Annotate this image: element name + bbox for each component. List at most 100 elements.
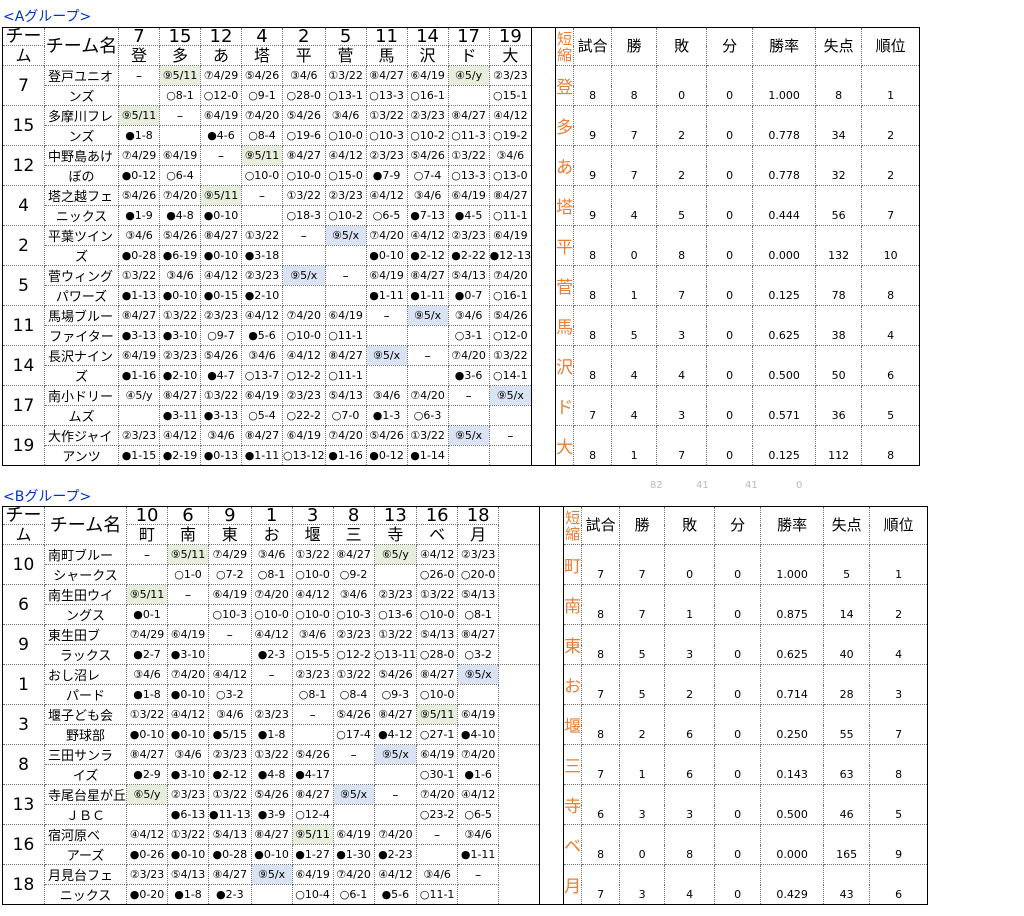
game-date-cell: ⑨5/x bbox=[406, 305, 449, 326]
game-score-cell: ○6-1 bbox=[332, 884, 375, 905]
game-score-cell: ○6-5 bbox=[457, 804, 500, 825]
game-score-cell: ●2-12 bbox=[208, 764, 252, 785]
stat-draws: 0 bbox=[706, 385, 754, 426]
game-date-cell: ⑦4/20 bbox=[282, 305, 326, 326]
stat-losses: 2 bbox=[656, 145, 708, 186]
header-team-number: 17 bbox=[447, 27, 490, 46]
spacer bbox=[539, 664, 565, 705]
game-score-cell: ●3-13 bbox=[118, 325, 160, 346]
stat-pct: 0.250 bbox=[760, 704, 825, 745]
team-name-line1: 寺尾台星が丘 bbox=[43, 784, 128, 805]
team-number: 5 bbox=[2, 265, 45, 306]
stat-games: 7 bbox=[581, 744, 621, 785]
team-abbr: 馬 bbox=[555, 305, 575, 346]
stat-rank: 4 bbox=[861, 305, 921, 346]
stat-losses: 8 bbox=[656, 225, 708, 266]
spacer bbox=[531, 305, 557, 346]
game-date-cell: ②3/23 bbox=[159, 345, 201, 366]
game-score-cell bbox=[126, 804, 169, 825]
game-score-cell: ○30-1 bbox=[416, 764, 459, 785]
stat-games: 8 bbox=[573, 225, 613, 266]
game-date-cell: ④5/y bbox=[447, 65, 490, 86]
stat-pct: 0.143 bbox=[760, 744, 825, 785]
game-score-cell: ●3-6 bbox=[447, 365, 490, 386]
spacer bbox=[531, 225, 557, 266]
stat-wins: 8 bbox=[611, 65, 658, 106]
stat-pct: 0.000 bbox=[752, 225, 817, 266]
stat-draws: 0 bbox=[714, 704, 762, 745]
game-score-cell: ○11-1 bbox=[416, 884, 459, 905]
game-score-cell: ○26-0 bbox=[416, 564, 459, 585]
game-score-cell: ○28-0 bbox=[416, 644, 459, 665]
game-date-cell: – bbox=[457, 864, 500, 885]
game-date-cell: ⑧4/27 bbox=[282, 145, 326, 166]
header-abbr: 短縮 bbox=[555, 27, 575, 66]
game-date-cell: ⑨5/x bbox=[373, 744, 418, 765]
game-date-cell: ④4/12 bbox=[159, 425, 201, 446]
game-date-cell: ⑥4/19 bbox=[159, 145, 201, 166]
team-name-line2: シャークス bbox=[43, 564, 128, 585]
game-date-cell: ④4/12 bbox=[126, 824, 169, 845]
game-date-cell: ⑨5/x bbox=[457, 664, 500, 685]
game-date-cell: ⑥4/19 bbox=[200, 105, 242, 126]
game-score-cell: ●0-10 bbox=[365, 245, 408, 266]
stat-rank: 10 bbox=[861, 225, 921, 266]
spacer bbox=[539, 864, 565, 905]
game-score-cell: ●1-8 bbox=[250, 724, 293, 745]
stat-pct: 0.778 bbox=[752, 105, 817, 146]
game-date-cell: ⑦4/29 bbox=[118, 145, 160, 166]
game-score-cell: ○12-0 bbox=[488, 325, 533, 346]
game-score-cell: ○13-3 bbox=[447, 165, 490, 186]
team-name-line2: アーズ bbox=[43, 844, 128, 865]
game-score-cell: ●2-19 bbox=[159, 445, 201, 466]
game-date-cell: ⑨5/11 bbox=[200, 185, 242, 206]
stat-draws: 0 bbox=[714, 624, 762, 665]
game-date-cell: – bbox=[159, 105, 201, 126]
game-date-cell: ⑧4/27 bbox=[324, 345, 367, 366]
header-team-abbr: 三 bbox=[332, 524, 375, 545]
game-score-cell: ○11-1 bbox=[324, 325, 367, 346]
team-name-line2: ンズ bbox=[44, 85, 119, 106]
game-score-cell: ○10-0 bbox=[241, 165, 283, 186]
header-team-bottom: ム bbox=[2, 524, 45, 545]
stat-rank: 5 bbox=[861, 385, 921, 426]
game-date-cell: ⑤4/26 bbox=[250, 784, 293, 805]
stat-losses: 4 bbox=[656, 345, 708, 386]
group_a-header-team: チー bbox=[2, 27, 45, 46]
game-date-cell: ③4/6 bbox=[447, 305, 490, 326]
game-date-cell: ①3/22 bbox=[365, 105, 408, 126]
stat-wins: 5 bbox=[619, 664, 666, 705]
game-date-cell: ⑨5/11 bbox=[241, 145, 283, 166]
stat-pct: 0.429 bbox=[760, 864, 825, 905]
game-score-cell bbox=[332, 804, 375, 825]
game-date-cell: – bbox=[365, 305, 408, 326]
header-pct: 勝率 bbox=[760, 506, 825, 545]
game-score-cell: ●4-6 bbox=[200, 125, 242, 146]
stat-losses: 0 bbox=[656, 65, 708, 106]
game-date-cell: ⑤4/13 bbox=[457, 584, 500, 605]
header-team-abbr: 沢 bbox=[406, 45, 449, 66]
header-runs_allowed: 失点 bbox=[823, 506, 871, 545]
total-losses-label: 41 bbox=[696, 480, 709, 491]
empty-col bbox=[498, 864, 541, 905]
header-empty bbox=[498, 506, 541, 545]
game-score-cell bbox=[126, 564, 169, 585]
game-score-cell: ●4-8 bbox=[159, 205, 201, 226]
team-abbr: お bbox=[563, 664, 583, 705]
empty-col bbox=[498, 744, 541, 785]
stat-games: 8 bbox=[573, 345, 613, 386]
stat-losses: 3 bbox=[664, 624, 716, 665]
game-date-cell: ⑤4/26 bbox=[373, 664, 418, 685]
header-team-number: 18 bbox=[457, 506, 500, 525]
game-score-cell: ○9-1 bbox=[241, 85, 283, 106]
header-team-number: 10 bbox=[126, 506, 169, 525]
game-date-cell: – bbox=[167, 584, 210, 605]
game-date-cell: – bbox=[291, 704, 334, 725]
game-score-cell: ●0-7 bbox=[447, 285, 490, 306]
stat-draws: 0 bbox=[706, 265, 754, 306]
game-score-cell: ●2-7 bbox=[126, 644, 169, 665]
game-date-cell: ①3/22 bbox=[126, 704, 169, 725]
game-score-cell: ○13-12 bbox=[282, 445, 326, 466]
game-score-cell: ●1-3 bbox=[365, 405, 408, 426]
game-score-cell bbox=[406, 365, 449, 386]
